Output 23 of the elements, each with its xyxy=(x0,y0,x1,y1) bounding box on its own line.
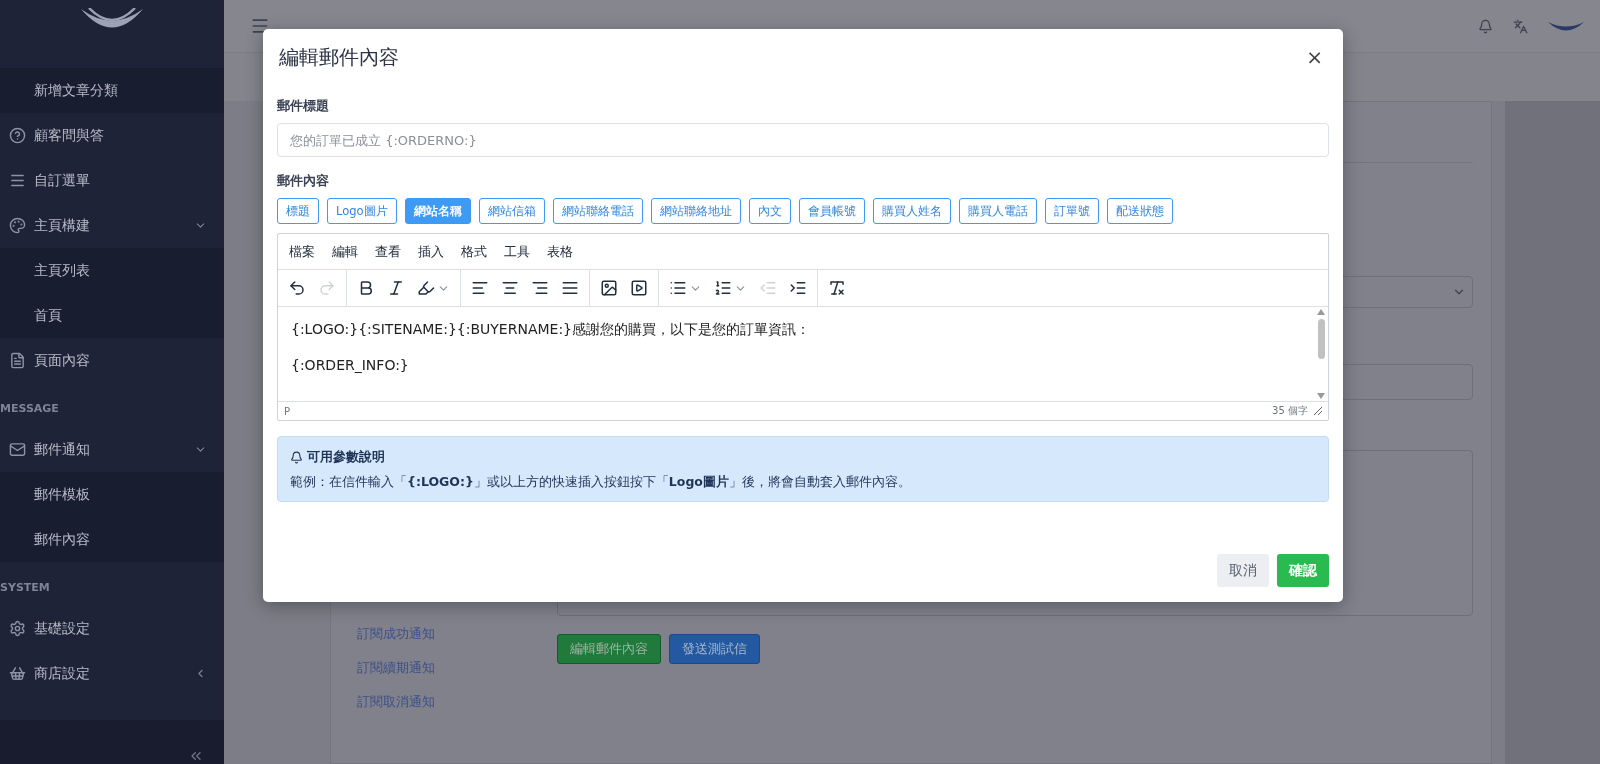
sidebar-item-label: 頁面內容 xyxy=(34,351,91,370)
field-label: 郵件內容 xyxy=(277,172,330,190)
sidebar-item-label: 郵件通知 xyxy=(34,440,91,459)
paragraph: {:LOGO:}{:SITENAME:}{:BUYERNAME:}感謝您的購買，以下是您的訂單資訊： xyxy=(291,321,812,339)
sidebar-item-label: 主頁列表 xyxy=(34,261,91,280)
alert-title: 可用參數說明 xyxy=(307,449,385,466)
sidebar-item-label: 郵件內容 xyxy=(34,530,91,549)
sidebar-item-label: 自訂選單 xyxy=(34,171,91,190)
dialog-title: 編輯郵件內容 xyxy=(279,43,400,71)
element-path: P xyxy=(284,405,291,417)
paragraph: {:ORDER_INFO:} xyxy=(291,357,410,373)
sidebar-item-label: 主頁構建 xyxy=(34,216,91,235)
sidebar-item-label: 顧客問與答 xyxy=(34,126,105,145)
sidebar-item-label: 新增文章分類 xyxy=(34,81,119,100)
sidebar-item-label: 商店設定 xyxy=(34,664,91,683)
section-heading: SYSTEM xyxy=(0,580,50,594)
field-label: 郵件標題 xyxy=(277,97,330,115)
section-heading: MESSAGE xyxy=(0,401,59,415)
word-count: 35 個字 xyxy=(1272,404,1308,418)
sidebar-item-label: 基礎設定 xyxy=(34,619,91,638)
sidebar-item-label: 郵件模板 xyxy=(34,485,91,504)
alert-text: 範例：在信件輸入「{:LOGO:}」或以上方的快速插入按鈕按下「Logo圖片」後，將會自動套入郵件內容。 xyxy=(290,474,912,491)
sidebar-item-label: 首頁 xyxy=(34,306,63,325)
